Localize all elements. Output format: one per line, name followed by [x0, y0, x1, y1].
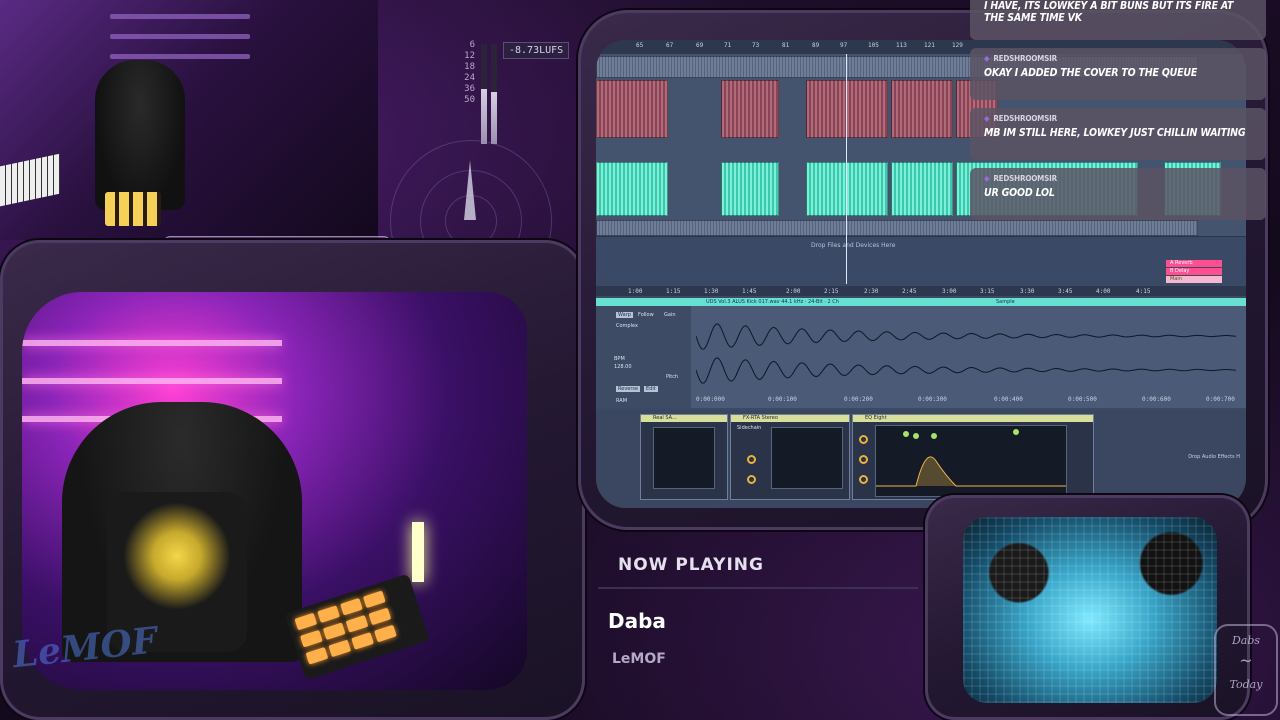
- radar-decoration: [380, 140, 560, 250]
- sample-tab[interactable]: Sample: [996, 299, 1015, 305]
- reverse-button[interactable]: Reverse: [616, 386, 641, 392]
- shelf: [110, 34, 250, 39]
- clip-properties: Warp Follow Complex Gain BPM 128.00 Pitc…: [596, 306, 691, 408]
- return-tracks[interactable]: A Reverb B Delay Main: [1166, 260, 1222, 284]
- edit-button[interactable]: Edit: [644, 386, 658, 392]
- dabs-today-logo: Dabs ~ Today: [1214, 624, 1278, 716]
- chat-username: REDSHROOMSIR: [984, 54, 1256, 63]
- sample-time-ruler: 0:00:000 0:00:100 0:00:200 0:00:300 0:00…: [696, 396, 1235, 403]
- chat-message: REDSHROOMSIR OKAY I ADDED THE COVER TO T…: [970, 48, 1266, 100]
- shelf: [22, 378, 282, 384]
- time-ruler[interactable]: 1:00 1:15 1:30 1:45 2:00 2:15 2:30 2:45 …: [596, 286, 1246, 296]
- chat-message: REDSHROOMSIR UR GOOD LOL: [970, 168, 1266, 220]
- device-eq-eight[interactable]: EQ Eight: [852, 414, 1094, 500]
- pitch-label: Pitch: [666, 374, 679, 380]
- now-playing-label: NOW PLAYING: [618, 555, 764, 575]
- bpm-label: BPM: [614, 356, 625, 362]
- shelf: [110, 14, 250, 19]
- bpm-value[interactable]: 128.00: [614, 364, 632, 370]
- drum-pad: [105, 192, 161, 226]
- keyboard: [0, 153, 60, 207]
- chat-username: REDSHROOMSIR: [984, 114, 1256, 123]
- divider: [598, 587, 918, 589]
- lufs-readout: -8.73LUFS: [503, 42, 570, 59]
- chat-panel: I HAVE, ITS LOWKEY A BIT BUNS BUT ITS FI…: [970, 0, 1266, 230]
- device-chain: Real SA... FX-RTA Stereo Sidechain EQ Ei…: [596, 410, 1246, 508]
- chat-message: REDSHROOMSIR MB IM STILL HERE, LOWKEY JU…: [970, 108, 1266, 160]
- chat-message-text: MB IM STILL HERE, LOWKEY JUST CHILLIN WA…: [984, 127, 1246, 139]
- gain-knob[interactable]: [859, 455, 868, 464]
- playhead[interactable]: [846, 54, 847, 284]
- drop-files-hint: Drop Files and Devices Here: [811, 242, 896, 249]
- chat-message-text: OKAY I ADDED THE COVER TO THE QUEUE: [984, 67, 1198, 79]
- drop-audio-effects-hint: Drop Audio Effects H: [1188, 454, 1240, 460]
- device-real-sa[interactable]: Real SA...: [640, 414, 728, 500]
- chat-username: REDSHROOMSIR: [984, 174, 1256, 183]
- return-track[interactable]: B Delay: [1166, 268, 1222, 275]
- gain-label: Gain: [664, 312, 676, 318]
- sidechain-label: Sidechain: [737, 425, 762, 431]
- eq-curve[interactable]: [875, 425, 1067, 497]
- return-track[interactable]: A Reverb: [1166, 260, 1222, 267]
- chat-message-text: I HAVE, ITS LOWKEY A BIT BUNS BUT ITS FI…: [984, 0, 1234, 24]
- meter-bar-left: [481, 44, 487, 144]
- webcam-top-view: [0, 0, 378, 240]
- track-artist: LeMOF: [612, 651, 666, 667]
- drum-pad-main: [284, 573, 430, 681]
- lemof-logo: LeMOF: [10, 619, 160, 677]
- clip-title-bar: UDS Vol.3 ALUS Kick 017.wav 44.1 kHz · 2…: [596, 298, 1246, 306]
- album-art: [963, 517, 1217, 703]
- chat-message: I HAVE, ITS LOWKEY A BIT BUNS BUT ITS FI…: [970, 0, 1266, 40]
- streamer-top: [95, 60, 185, 210]
- track-title: Daba: [608, 609, 666, 633]
- freq-knob[interactable]: [859, 435, 868, 444]
- meter-bar-right: [491, 44, 497, 144]
- q-knob[interactable]: [859, 475, 868, 484]
- gain-knob[interactable]: [747, 455, 756, 464]
- loudness-meter: 6 12 18 24 36 50 -8.73LUFS: [455, 30, 570, 144]
- follow-button[interactable]: Follow: [638, 312, 654, 318]
- shelf: [110, 54, 250, 59]
- shelf: [22, 340, 282, 346]
- clip-title: UDS Vol.3 ALUS Kick 017.wav 44.1 kHz · 2…: [706, 299, 839, 305]
- main-track[interactable]: Main: [1166, 276, 1222, 283]
- device-fx-rta[interactable]: FX-RTA Stereo Sidechain: [730, 414, 850, 500]
- clip-view: UDS Vol.3 ALUS Kick 017.wav 44.1 kHz · 2…: [596, 298, 1246, 408]
- sample-waveform[interactable]: [696, 318, 1236, 388]
- chat-message-text: UR GOOD LOL: [984, 187, 1055, 199]
- lamp: [412, 522, 424, 582]
- warp-button[interactable]: Warp: [616, 312, 633, 318]
- warp-mode-select[interactable]: Complex: [616, 323, 638, 329]
- tv-frame-album-art: [925, 495, 1250, 720]
- now-playing-panel: NOW PLAYING Daba LeMOF: [598, 535, 918, 720]
- meter-scale: 6 12 18 24 36 50: [464, 40, 475, 105]
- ram-toggle[interactable]: RAM: [616, 398, 627, 404]
- mix-knob[interactable]: [747, 475, 756, 484]
